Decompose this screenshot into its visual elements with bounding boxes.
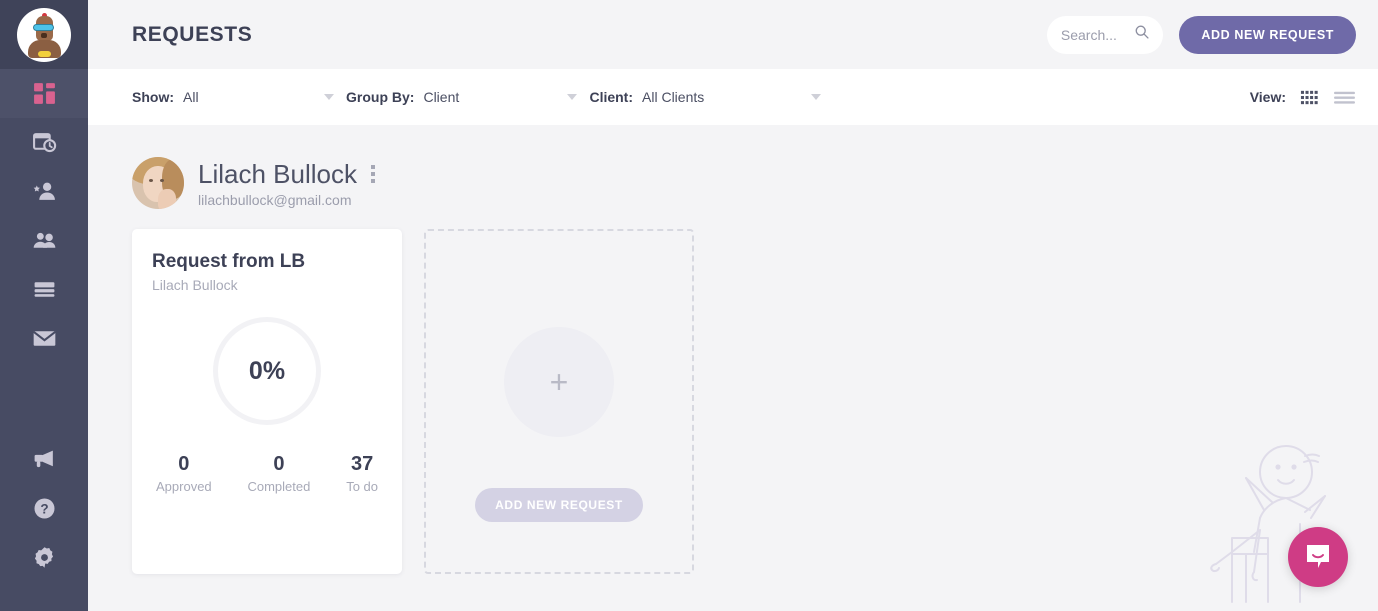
- sidebar-item-leads[interactable]: [0, 167, 88, 216]
- chevron-down-icon: [811, 94, 822, 100]
- filter-show-label: Show:: [132, 89, 174, 105]
- content-area: Lilach Bullock lilachbullock@gmail.com R…: [88, 125, 1378, 611]
- help-circle-icon: ?: [32, 496, 57, 521]
- filter-client: Client: All Clients: [589, 84, 833, 110]
- app-root: ? REQUESTS Search... ADD NEW REQUEST Sho…: [0, 0, 1378, 611]
- filter-client-select[interactable]: All Clients: [633, 84, 833, 110]
- view-label: View:: [1249, 89, 1286, 105]
- more-vertical-icon[interactable]: [369, 163, 377, 185]
- sidebar-item-announcements[interactable]: [0, 435, 88, 484]
- sidebar-item-clients[interactable]: [0, 216, 88, 265]
- sidebar: ?: [0, 0, 88, 611]
- sidebar-bottom-nav: ?: [0, 435, 88, 582]
- request-stats: 0 Approved 0 Completed 37 To do: [152, 453, 382, 494]
- people-icon: [32, 228, 57, 253]
- filter-show: Show: All: [132, 84, 346, 110]
- list-view-icon[interactable]: [1333, 88, 1356, 107]
- search-input[interactable]: [1060, 26, 1129, 43]
- progress-ring-wrap: 0%: [152, 317, 382, 425]
- stat-approved: 0 Approved: [156, 453, 212, 494]
- sidebar-avatar[interactable]: [0, 0, 88, 69]
- client-email: lilachbullock@gmail.com: [198, 191, 352, 208]
- request-card-subtitle: Lilach Bullock: [152, 277, 238, 293]
- client-name-row: Lilach Bullock: [198, 159, 377, 190]
- filter-client-label: Client:: [589, 89, 634, 105]
- sidebar-item-help[interactable]: ?: [0, 484, 88, 533]
- main-area: REQUESTS ADD NEW REQUEST Show:: [88, 0, 1378, 611]
- stat-completed: 0 Completed: [247, 453, 310, 494]
- calendar-clock-icon: [32, 130, 57, 155]
- filter-group-by-value: Client: [423, 89, 460, 105]
- progress-value: 0%: [248, 356, 286, 385]
- chat-bubble-button[interactable]: [1288, 527, 1348, 587]
- sidebar-item-requests[interactable]: [0, 265, 88, 314]
- filter-group-by-select[interactable]: Client: [414, 84, 589, 110]
- chevron-down-icon: [324, 94, 334, 100]
- request-card[interactable]: Request from LB Lilach Bullock 0% 0 Appr…: [132, 229, 402, 574]
- view-toggle-group: View:: [1250, 88, 1356, 107]
- robot-avatar-icon: [17, 7, 71, 62]
- filter-group-by: Group By: Client: [346, 84, 589, 110]
- topbar: REQUESTS ADD NEW REQUEST: [88, 0, 1378, 69]
- progress-ring: 0%: [213, 317, 321, 425]
- megaphone-icon: [32, 447, 57, 472]
- add-request-placeholder-card[interactable]: + ADD NEW REQUEST: [424, 229, 694, 574]
- grid-view-icon[interactable]: [1300, 88, 1319, 107]
- plus-icon: +: [549, 363, 569, 400]
- filter-group-by-label: Group By:: [346, 89, 415, 105]
- filter-show-select[interactable]: All: [174, 84, 346, 110]
- chevron-down-icon: [567, 94, 578, 100]
- client-avatar: [132, 157, 184, 209]
- search-icon[interactable]: [1134, 24, 1150, 45]
- stat-todo: 37 To do: [346, 453, 378, 494]
- placeholder-add-new-request-button[interactable]: ADD NEW REQUEST: [475, 488, 643, 522]
- client-meta: Lilach Bullock lilachbullock@gmail.com: [198, 159, 377, 208]
- add-new-request-button[interactable]: ADD NEW REQUEST: [1179, 15, 1356, 54]
- topbar-actions: ADD NEW REQUEST: [1047, 15, 1356, 54]
- stat-todo-label: To do: [346, 479, 378, 494]
- request-card-title: Request from LB: [152, 251, 306, 272]
- sidebar-item-dashboard[interactable]: [0, 69, 88, 118]
- sidebar-item-messages[interactable]: [0, 314, 88, 363]
- dashboard-grid-icon: [32, 81, 57, 106]
- gear-icon: [32, 545, 57, 570]
- filter-show-value: All: [183, 89, 199, 105]
- client-group-header: Lilach Bullock lilachbullock@gmail.com: [132, 153, 1378, 213]
- page-title: REQUESTS: [132, 22, 253, 46]
- sidebar-item-settings[interactable]: [0, 533, 88, 582]
- stat-todo-number: 37: [350, 453, 374, 475]
- person-star-icon: [32, 179, 57, 204]
- envelope-icon: [32, 326, 57, 351]
- sidebar-item-schedule[interactable]: [0, 118, 88, 167]
- layers-list-icon: [32, 277, 57, 302]
- sidebar-nav: [0, 69, 88, 363]
- chat-bubble-icon: [1303, 541, 1333, 574]
- search-box[interactable]: [1047, 15, 1164, 54]
- svg-text:?: ?: [40, 502, 48, 517]
- stat-approved-label: Approved: [156, 479, 212, 494]
- stat-completed-number: 0: [273, 453, 285, 475]
- stat-completed-label: Completed: [247, 479, 311, 494]
- stat-approved-number: 0: [178, 453, 190, 475]
- client-name: Lilach Bullock: [198, 158, 357, 189]
- filter-client-value: All Clients: [642, 89, 705, 105]
- plus-circle[interactable]: +: [504, 326, 614, 437]
- request-cards: Request from LB Lilach Bullock 0% 0 Appr…: [132, 229, 1378, 574]
- filter-bar: Show: All Group By: Client Client: All C…: [88, 69, 1378, 125]
